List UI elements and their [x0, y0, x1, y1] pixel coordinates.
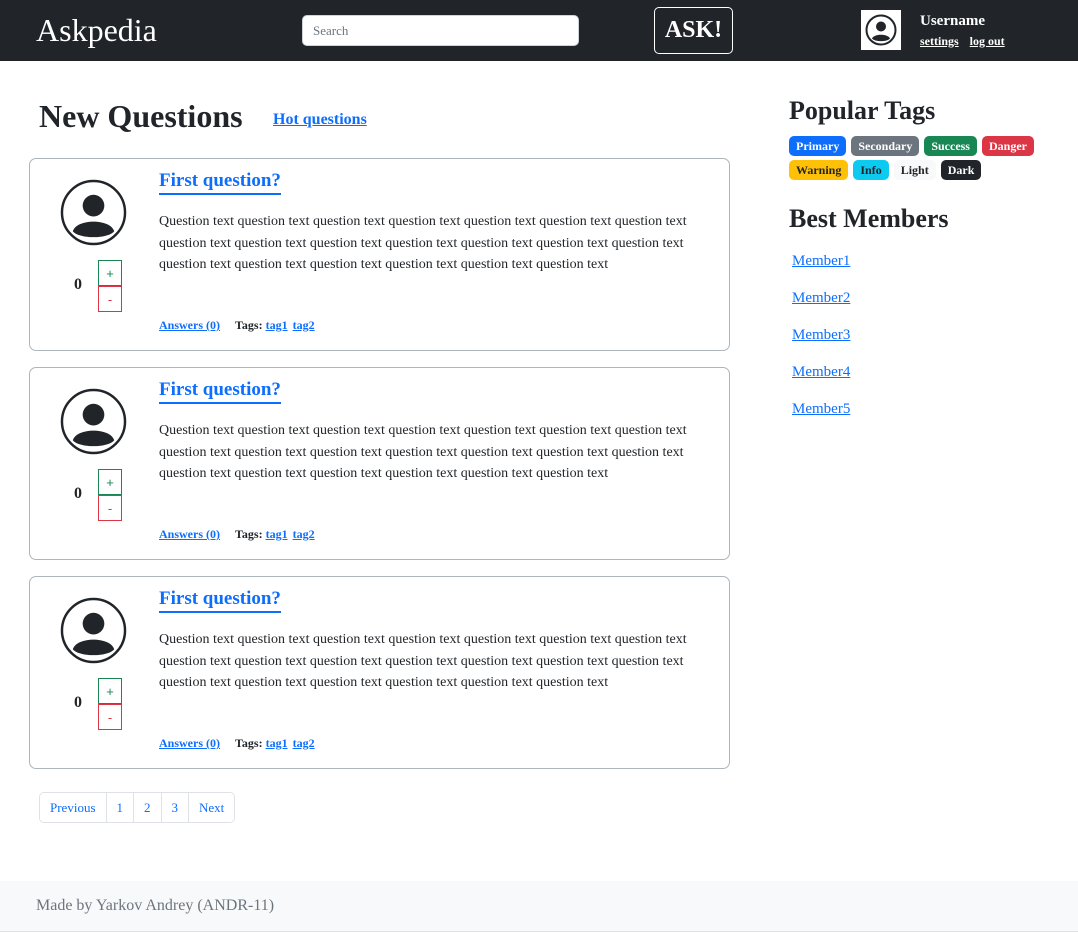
pagination-previous[interactable]: Previous: [40, 793, 106, 822]
search-input[interactable]: [302, 15, 579, 46]
best-members-list: Member1 Member2 Member3 Member4 Member5: [792, 252, 850, 437]
tag-link[interactable]: tag1: [266, 527, 288, 541]
brand-logo[interactable]: Askpedia: [36, 12, 157, 48]
tags-label: Tags:: [235, 527, 263, 541]
popular-tags-title: Popular Tags: [789, 96, 936, 125]
ask-button[interactable]: ASK!: [654, 7, 733, 54]
question-meta: Answers (0) Tags: tag1 tag2: [159, 527, 317, 542]
question-title-link[interactable]: First question?: [159, 379, 281, 404]
vote-up-button[interactable]: +: [98, 260, 122, 286]
logout-link[interactable]: log out: [970, 34, 1005, 48]
tag-badge-warning[interactable]: Warning: [789, 160, 849, 180]
question-text: Question text question text question tex…: [159, 423, 687, 482]
hot-questions-link[interactable]: Hot questions: [273, 111, 367, 129]
settings-link[interactable]: settings: [920, 34, 959, 48]
navbar: Askpedia ASK! Username settings log out: [0, 0, 1078, 61]
tag-link[interactable]: tag2: [293, 527, 315, 541]
popular-tags-list: Primary Secondary Success Danger Warning…: [789, 136, 1049, 184]
question-card: 0 + - First question? Question text ques…: [29, 367, 730, 560]
vote-down-button[interactable]: -: [98, 495, 122, 521]
answers-link[interactable]: Answers (0): [159, 736, 220, 750]
tag-badge-danger[interactable]: Danger: [981, 136, 1034, 156]
question-avatar-icon: [60, 179, 127, 246]
member-link[interactable]: Member2: [792, 289, 850, 308]
question-meta: Answers (0) Tags: tag1 tag2: [159, 318, 317, 333]
member-link[interactable]: Member1: [792, 252, 850, 271]
question-avatar-icon: [60, 597, 127, 664]
user-avatar[interactable]: [861, 10, 901, 50]
question-text: Question text question text question tex…: [159, 214, 687, 273]
rating-value: 0: [74, 694, 82, 711]
footer: Made by Yarkov Andrey (ANDR-11): [0, 881, 1078, 932]
pagination: Previous 1 2 3 Next: [39, 792, 236, 823]
vote-down-button[interactable]: -: [98, 704, 122, 730]
pagination-next[interactable]: Next: [188, 793, 235, 822]
username: Username: [920, 13, 985, 29]
answers-link[interactable]: Answers (0): [159, 318, 220, 332]
tag-link[interactable]: tag2: [293, 736, 315, 750]
rating-value: 0: [74, 485, 82, 502]
vote-down-button[interactable]: -: [98, 286, 122, 312]
member-link[interactable]: Member3: [792, 326, 850, 345]
pagination-page-2[interactable]: 2: [133, 793, 161, 822]
best-members-title: Best Members: [789, 204, 949, 233]
member-link[interactable]: Member5: [792, 400, 850, 419]
question-text: Question text question text question tex…: [159, 632, 687, 691]
question-title-link[interactable]: First question?: [159, 170, 281, 195]
vote-up-button[interactable]: +: [98, 469, 122, 495]
tags-label: Tags:: [235, 736, 263, 750]
question-card: 0 + - First question? Question text ques…: [29, 576, 730, 769]
member-link[interactable]: Member4: [792, 363, 850, 382]
tag-badge-info[interactable]: Info: [853, 160, 889, 180]
tag-link[interactable]: tag1: [266, 318, 288, 332]
pagination-page-1[interactable]: 1: [105, 793, 133, 822]
user-links: settings log out: [920, 34, 1013, 49]
tag-badge-secondary[interactable]: Secondary: [851, 136, 920, 156]
question-card: 0 + - First question? Question text ques…: [29, 158, 730, 351]
tag-badge-success[interactable]: Success: [924, 136, 977, 156]
tag-link[interactable]: tag2: [293, 318, 315, 332]
question-title-link[interactable]: First question?: [159, 588, 281, 613]
tags-label: Tags:: [235, 318, 263, 332]
tag-badge-light[interactable]: Light: [893, 160, 936, 180]
footer-text: Made by Yarkov Andrey (ANDR-11): [36, 897, 275, 914]
tag-badge-dark[interactable]: Dark: [940, 160, 982, 180]
question-avatar-icon: [60, 388, 127, 455]
user-avatar-icon: [865, 14, 897, 46]
question-meta: Answers (0) Tags: tag1 tag2: [159, 736, 317, 751]
page-title: New Questions: [39, 98, 243, 134]
tag-badge-primary[interactable]: Primary: [789, 136, 847, 156]
pagination-page-3[interactable]: 3: [160, 793, 188, 822]
vote-up-button[interactable]: +: [98, 678, 122, 704]
answers-link[interactable]: Answers (0): [159, 527, 220, 541]
rating-value: 0: [74, 276, 82, 293]
tag-link[interactable]: tag1: [266, 736, 288, 750]
